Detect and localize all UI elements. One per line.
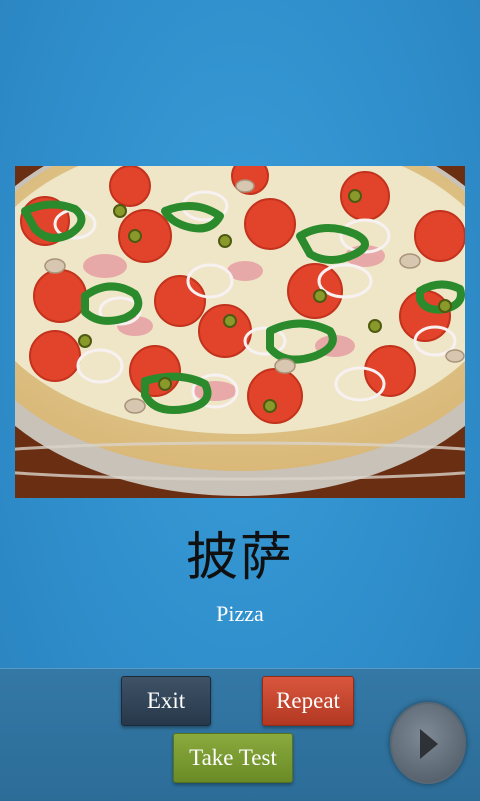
play-icon — [420, 729, 438, 759]
next-button[interactable] — [390, 702, 466, 784]
pizza-illustration — [15, 166, 465, 498]
english-translation: Pizza — [216, 601, 264, 626]
exit-button[interactable]: Exit — [121, 676, 211, 726]
pizza-image — [15, 166, 465, 498]
chinese-word: 披萨 — [185, 528, 294, 588]
repeat-button[interactable]: Repeat — [262, 676, 354, 726]
take-test-button[interactable]: Take Test — [173, 733, 293, 783]
